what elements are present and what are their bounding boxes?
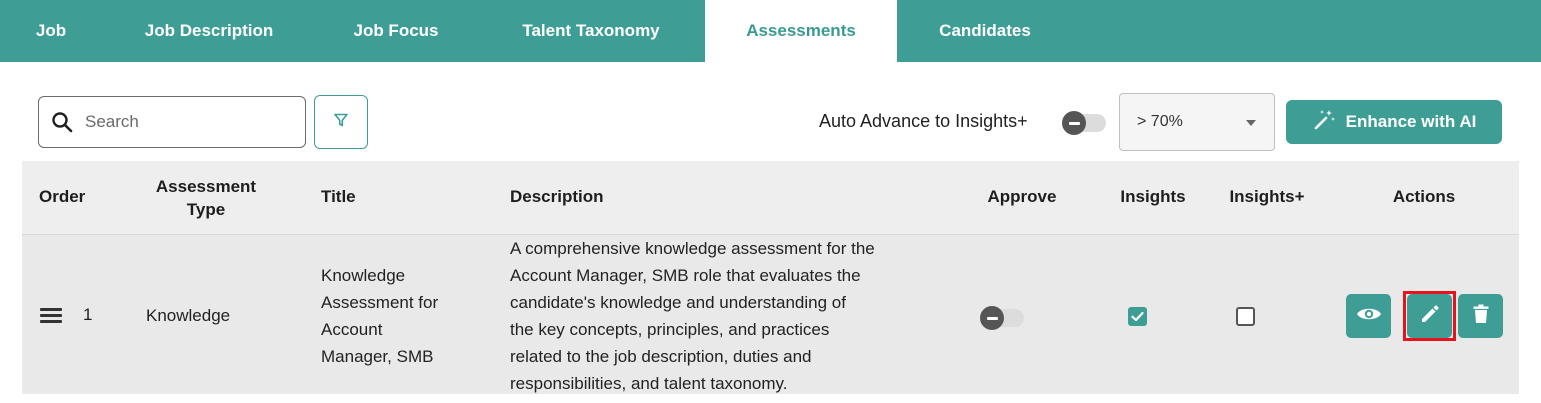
threshold-select[interactable]: > 70% [1119,93,1275,151]
auto-advance-toggle[interactable] [1062,111,1106,135]
tab-assessments[interactable]: Assessments [705,0,897,62]
header-insights: Insights [1120,187,1186,206]
search-icon [51,111,73,133]
row-title: Knowledge Assessment for Account Manager… [321,262,438,370]
header-assessment-type: Assessment Type [140,175,272,221]
row-title-line: Knowledge [321,266,406,285]
row-description-line: A comprehensive knowledge assessment for… [510,239,875,258]
header-approve: Approve [987,187,1057,206]
drag-handle-icon[interactable] [40,308,62,323]
eye-icon [1356,305,1382,328]
trash-icon [1473,304,1489,329]
delete-button[interactable] [1458,294,1503,338]
view-button[interactable] [1346,294,1391,338]
approve-toggle[interactable] [980,306,1024,330]
row-description-line: related to the job description, duties a… [510,347,812,366]
edit-button-highlight [1403,291,1456,341]
header-insights-plus: Insights+ [1229,187,1305,206]
tab-job[interactable]: Job [18,0,84,62]
tab-job-focus[interactable]: Job Focus [333,0,459,62]
chevron-down-icon [1246,120,1256,126]
insights-checkbox[interactable] [1128,307,1147,326]
threshold-value: > 70% [1137,113,1183,130]
header-actions: Actions [1392,187,1456,206]
header-title: Title [321,187,356,206]
toggle-knob-icon [980,306,1004,330]
check-icon [1128,311,1147,330]
row-title-line: Account [321,320,383,339]
row-title-line: Manager, SMB [321,347,434,366]
tab-bar: Job Job Description Job Focus Talent Tax… [0,0,1541,62]
auto-advance-label: Auto Advance to Insights+ [819,111,1028,131]
filter-button[interactable] [314,95,368,149]
table-header: Order Assessment Type Title Description … [22,161,1519,235]
row-description-line: candidate's knowledge and understanding … [510,293,846,312]
enhance-with-ai-label: Enhance with AI [1345,112,1477,131]
row-order: 1 [83,305,93,324]
header-order: Order [39,187,86,206]
row-title-line: Assessment for [321,293,439,312]
row-description: A comprehensive knowledge assessment for… [510,235,875,397]
header-description: Description [510,187,604,206]
tab-talent-taxonomy[interactable]: Talent Taxonomy [494,0,688,62]
toggle-knob-icon [1062,111,1086,135]
header-assessment-type-line1: Assessment [155,177,257,196]
assessments-table: Order Assessment Type Title Description … [22,161,1519,394]
tab-job-description[interactable]: Job Description [120,0,298,62]
table-row: 1 Knowledge Knowledge Assessment for Acc… [22,235,1519,394]
row-description-line: Account Manager, SMB role that evaluates… [510,266,861,285]
header-assessment-type-line2: Type [186,200,226,219]
row-description-line: responsibilities, and talent taxonomy. [510,374,788,393]
filter-icon [333,112,349,133]
row-description-line: the key concepts, principles, and practi… [510,320,830,339]
enhance-with-ai-button[interactable]: Enhance with AI [1286,100,1502,144]
row-assessment-type: Knowledge [146,306,231,325]
tab-candidates[interactable]: Candidates [913,0,1057,62]
search-box [38,96,306,148]
magic-wand-icon [1312,108,1336,137]
insights-plus-checkbox[interactable] [1236,307,1255,326]
search-input[interactable] [85,105,295,139]
